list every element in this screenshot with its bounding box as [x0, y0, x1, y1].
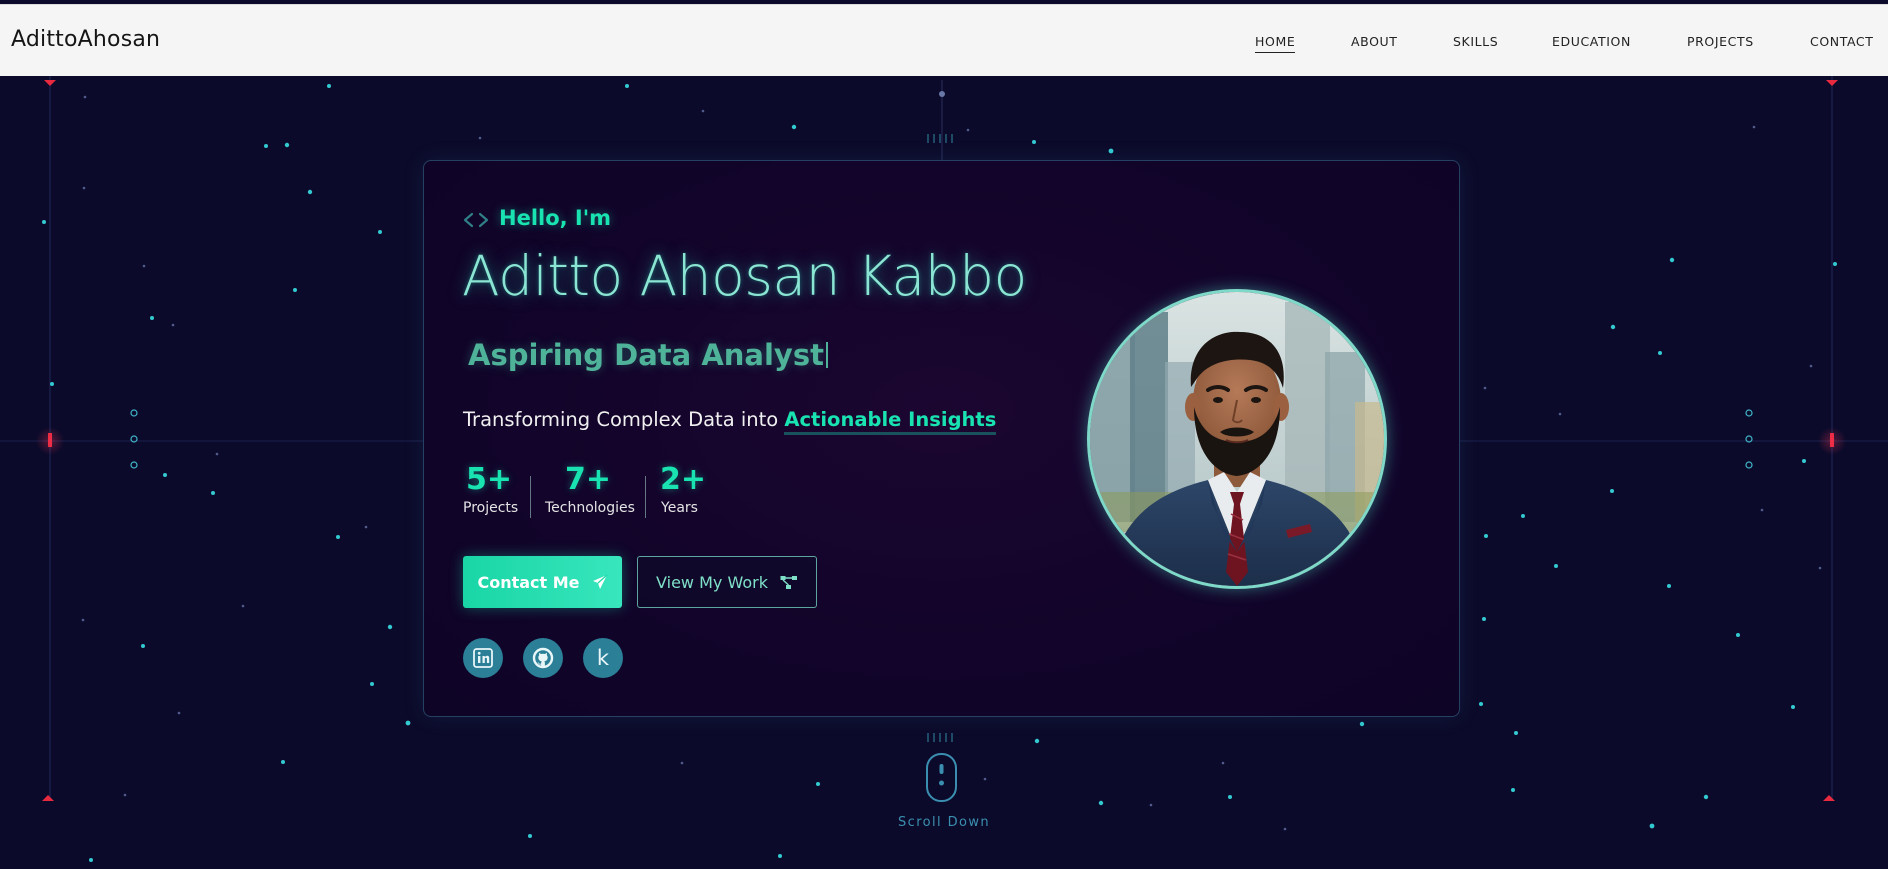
stat-label: Technologies	[545, 500, 635, 516]
typing-cursor	[825, 342, 828, 368]
greeting-text: Hello, I'm	[499, 206, 612, 230]
stat-label: Years	[661, 500, 698, 516]
nav-about[interactable]: ABOUT	[1351, 34, 1398, 49]
stat-value: 5+	[465, 462, 512, 497]
profile-photo	[1087, 289, 1387, 589]
linkedin-link[interactable]	[463, 638, 503, 678]
contact-me-label: Contact Me	[477, 572, 580, 592]
scroll-down-label[interactable]: Scroll Down	[898, 815, 990, 830]
stat-technologies: 7+ Technologies	[545, 462, 635, 516]
tagline-highlight: Actionable Insights	[784, 408, 997, 435]
code-brackets-icon	[463, 212, 489, 228]
nav-contact[interactable]: CONTACT	[1810, 34, 1873, 49]
nav-education[interactable]: EDUCATION	[1552, 34, 1631, 49]
linkedin-icon	[473, 648, 493, 668]
role-text: Aspiring Data Analyst	[468, 338, 824, 372]
github-icon	[532, 647, 554, 669]
view-my-work-button[interactable]: View My Work	[637, 556, 817, 608]
stat-label: Projects	[463, 500, 519, 516]
stat-value: 2+	[660, 462, 707, 497]
tagline-prefix: Transforming Complex Data into	[463, 408, 785, 431]
navbar: AdittoAhosan HOME ABOUT SKILLS EDUCATION…	[0, 4, 1888, 76]
stat-divider	[645, 476, 646, 518]
stat-value: 7+	[564, 462, 611, 497]
nav-projects[interactable]: PROJECTS	[1687, 34, 1754, 49]
brand-logo[interactable]: AdittoAhosan	[11, 27, 160, 52]
nav-skills[interactable]: SKILLS	[1453, 34, 1498, 49]
project-diagram-icon	[780, 575, 797, 589]
hero-role: Aspiring Data Analyst	[468, 338, 828, 372]
hero-tagline: Transforming Complex Data into Actionabl…	[463, 408, 997, 435]
contact-me-button[interactable]: Contact Me	[463, 556, 622, 608]
stat-projects: 5+ Projects	[463, 462, 519, 516]
profile-portrait	[1090, 292, 1384, 586]
stat-divider	[530, 476, 531, 518]
kaggle-icon: k	[596, 645, 610, 670]
stat-years: 2+ Years	[660, 462, 707, 516]
paper-plane-icon	[592, 574, 607, 589]
kaggle-link[interactable]: k	[583, 638, 623, 678]
hero-name: Aditto Ahosan Kabbo	[462, 244, 1027, 308]
github-link[interactable]	[523, 638, 563, 678]
view-my-work-label: View My Work	[656, 572, 768, 592]
nav-home[interactable]: HOME	[1255, 34, 1296, 53]
